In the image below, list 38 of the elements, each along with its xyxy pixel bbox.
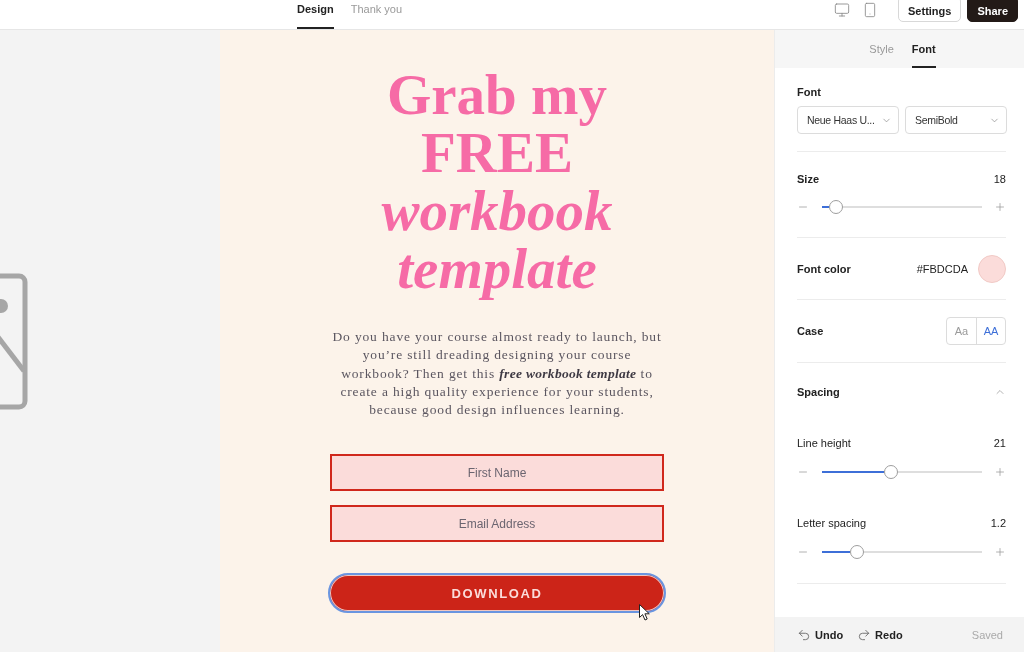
text-field[interactable]: Email Address [330,505,664,543]
undo-label[interactable]: Undo [815,628,844,641]
description-text: Do you have your course almost ready to launch, but you’re still dreading designing your course workbook? Then get this free workbook template to create a high quality experience for your students, because good design influences learning. [331,328,663,419]
color-hex-value: #FBDCDA [916,262,968,276]
plus-icon[interactable] [994,201,1006,213]
text-field[interactable]: First Name [330,454,664,492]
plus-icon[interactable] [994,546,1006,558]
slider-handle[interactable] [883,465,898,479]
case-option[interactable]: AA [976,318,1005,344]
control-label: Line height [797,436,851,450]
share-button[interactable]: Share [967,0,1018,22]
save-status: Saved [971,628,1003,641]
control-label: Letter spacing [797,516,867,530]
slider-handle[interactable] [850,545,865,559]
undo-icon[interactable] [797,627,811,642]
section-label: Case [797,324,824,338]
font-family-dropdown[interactable]: Neue Haas U... [797,106,899,134]
control-value: 21 [993,436,1006,450]
section-label: Font [797,85,822,99]
smartphone-icon[interactable] [862,2,878,18]
plus-icon[interactable] [994,466,1006,478]
panel-tab[interactable]: Font [911,30,936,68]
control-value: 1.2 [990,516,1006,530]
section-label: Size [797,172,819,186]
section-label: Spacing [797,385,840,399]
desktop-icon[interactable] [834,2,850,18]
slider-handle[interactable] [829,200,844,214]
redo-label[interactable]: Redo [875,628,903,641]
section-label: Font color [797,262,851,276]
image-icon [0,272,29,410]
font-weight-dropdown[interactable]: SemiBold [905,106,1007,134]
cursor-icon [639,604,650,622]
settings-button[interactable]: Settings [898,0,962,22]
headline: Grab my FREE workbook template [380,66,614,298]
redo-icon[interactable] [857,627,872,642]
size-value: 18 [993,172,1006,186]
color-swatch-icon[interactable] [978,255,1006,283]
download-button[interactable]: DOWNLOAD [328,573,666,614]
